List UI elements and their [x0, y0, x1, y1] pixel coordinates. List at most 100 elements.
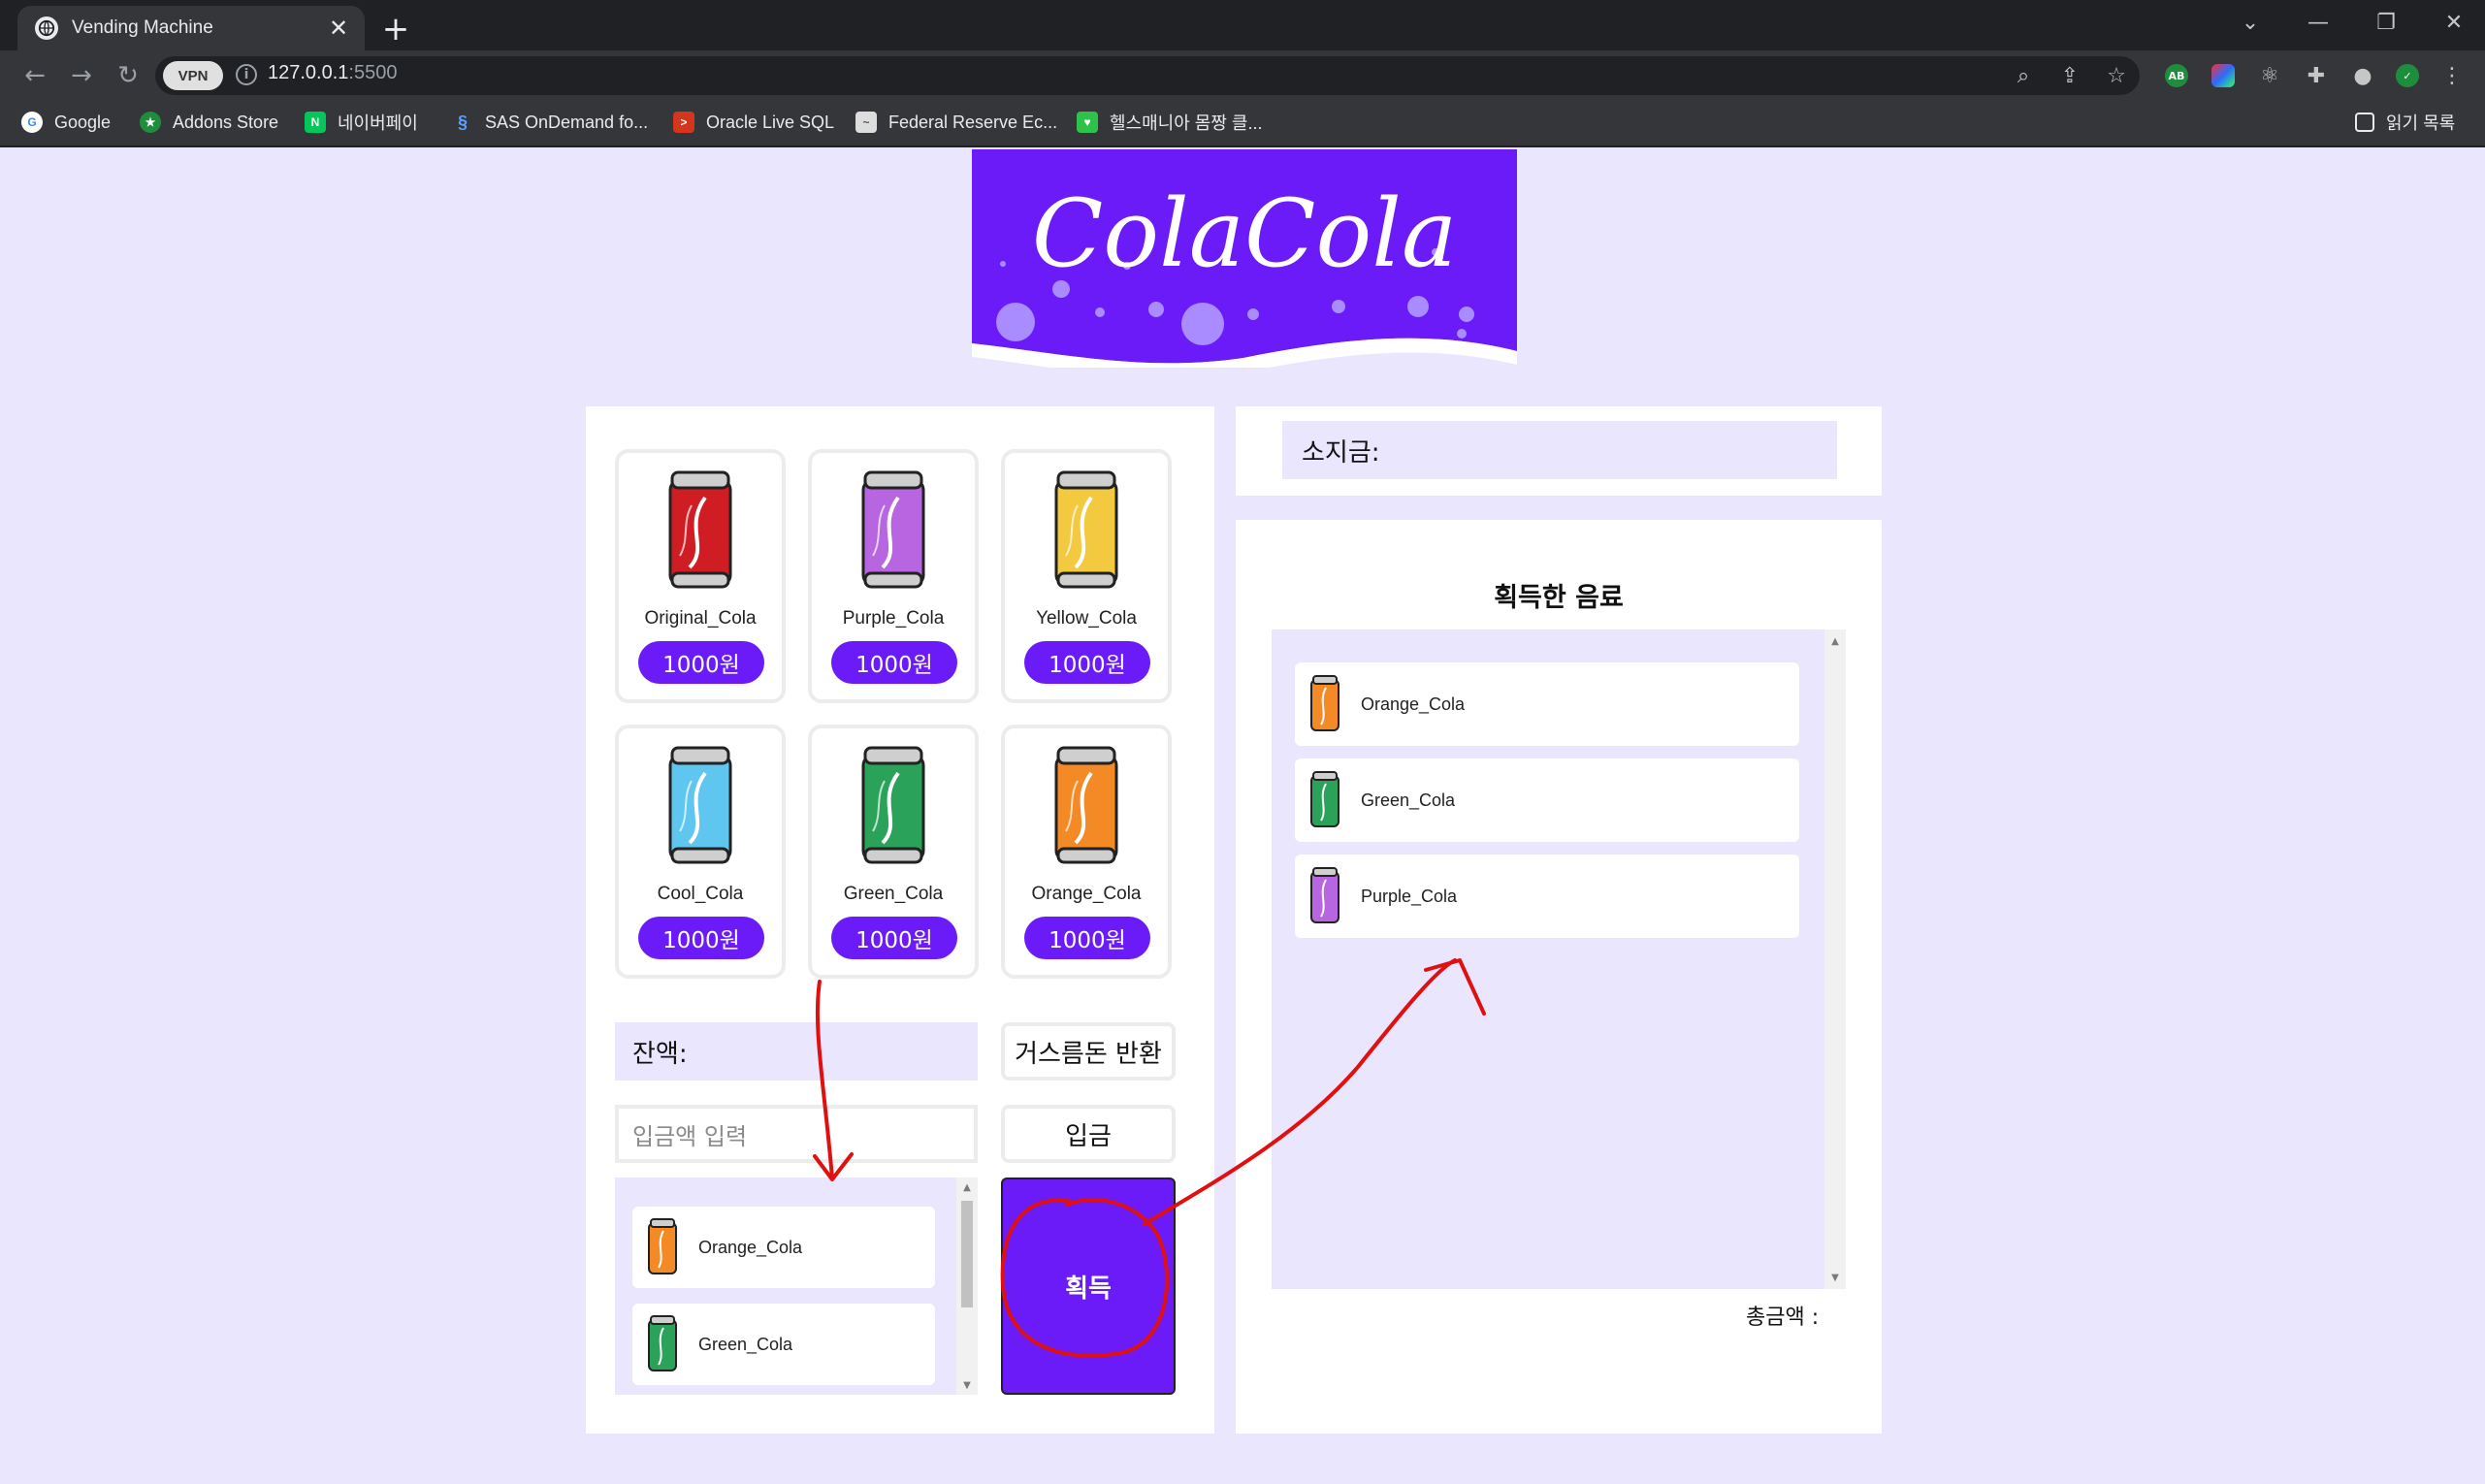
cola-can-icon	[648, 1218, 677, 1274]
item-name: Orange_Cola	[1361, 694, 1466, 714]
color-extension-icon[interactable]	[2211, 64, 2235, 87]
extension-ab-icon[interactable]: AB	[2165, 64, 2188, 87]
react-devtools-icon[interactable]: ⚛	[2254, 60, 2285, 91]
bookmark-label: Oracle Live SQL	[706, 112, 835, 132]
url-port: :5500	[348, 62, 398, 83]
reload-icon[interactable]: ↻	[111, 58, 145, 93]
bookmark-star-icon[interactable]: ☆	[2101, 60, 2132, 91]
scroll-down-arrow[interactable]: ▼	[1824, 1270, 1846, 1285]
colacola-logo: ColaCola	[972, 149, 1517, 368]
new-tab-button[interactable]: +	[376, 10, 415, 48]
close-window-button[interactable]: ✕	[2425, 6, 2483, 39]
product-card[interactable]: Green_Cola 1000원	[808, 725, 979, 979]
address-bar[interactable]	[155, 56, 2140, 95]
back-icon[interactable]: ←	[17, 58, 52, 93]
item-name: Orange_Cola	[698, 1237, 803, 1257]
tab-strip	[0, 0, 2485, 50]
list-item[interactable]: Orange_Cola	[1295, 662, 1799, 746]
product-card[interactable]: Cool_Cola 1000원	[615, 725, 786, 979]
bookmark-label: SAS OnDemand fo...	[485, 112, 649, 132]
minimize-button[interactable]: —	[2289, 6, 2347, 39]
price-button[interactable]: 1000원	[831, 641, 957, 684]
list-item[interactable]: Green_Cola	[632, 1304, 935, 1385]
bookmark-label: 헬스매니아 몸짱 클...	[1110, 113, 1263, 133]
bookmark-health[interactable]: ♥ 헬스매니아 몸짱 클...	[1077, 109, 1262, 136]
bookmark-sas[interactable]: § SAS OnDemand fo...	[452, 109, 648, 136]
logo-text: ColaCola	[1032, 179, 1457, 288]
menu-dots-icon[interactable]: ⋮	[2437, 60, 2468, 91]
item-name: Purple_Cola	[1361, 886, 1458, 906]
tab-search-icon[interactable]: ⌄	[2221, 6, 2279, 39]
acquired-drinks-list[interactable]: Orange_Cola Green_Cola Purple_Cola ▲ ▼	[1272, 629, 1846, 1289]
deposit-amount-input[interactable]: 입금액 입력	[615, 1105, 978, 1163]
product-card[interactable]: Purple_Cola 1000원	[808, 449, 979, 703]
cola-can-icon	[668, 746, 732, 864]
extensions-puzzle-icon[interactable]: ✚	[2301, 60, 2332, 91]
google-icon: G	[21, 112, 43, 133]
list-item[interactable]: Purple_Cola	[1295, 855, 1799, 938]
forward-icon[interactable]: →	[64, 58, 99, 93]
site-info-icon[interactable]: i	[236, 64, 257, 85]
url-text[interactable]: 127.0.0.1:5500	[268, 62, 397, 84]
list-item[interactable]: Orange_Cola	[632, 1207, 935, 1288]
scroll-up-arrow[interactable]: ▲	[1824, 633, 1846, 649]
wallet-display: 소지금:	[1282, 421, 1837, 479]
cola-can-icon	[1310, 867, 1339, 923]
cola-can-icon	[648, 1315, 677, 1371]
selected-drinks-list[interactable]: Orange_Cola Green_Cola ▲ ▼	[615, 1178, 978, 1395]
bookmark-addons-store[interactable]: ★ Addons Store	[140, 109, 278, 136]
profile-icon[interactable]: ●	[2347, 60, 2378, 91]
bookmark-label: Addons Store	[173, 112, 279, 132]
browser-tab[interactable]: Vending Machine ✕	[17, 6, 365, 50]
bookmark-naverpay[interactable]: N 네이버페이	[305, 109, 418, 136]
shield-check-icon[interactable]: ✓	[2396, 64, 2419, 87]
vpn-badge[interactable]: VPN	[163, 61, 223, 90]
product-card[interactable]: Orange_Cola 1000원	[1001, 725, 1172, 979]
price-button[interactable]: 1000원	[1024, 641, 1150, 684]
price-button[interactable]: 1000원	[831, 917, 957, 959]
globe-icon	[35, 16, 58, 40]
product-name: Cool_Cola	[657, 884, 744, 904]
zoom-icon[interactable]: ⌕	[2008, 60, 2039, 91]
cola-can-icon	[1054, 746, 1118, 864]
price-button[interactable]: 1000원	[638, 917, 764, 959]
product-name: Original_Cola	[644, 608, 757, 629]
price-button[interactable]: 1000원	[1024, 917, 1150, 959]
scrollbar[interactable]	[1824, 629, 1846, 1289]
bookmark-federal-reserve[interactable]: ~ Federal Reserve Ec...	[855, 109, 1057, 136]
restore-button[interactable]: ❐	[2357, 6, 2415, 39]
product-card[interactable]: Original_Cola 1000원	[615, 449, 786, 703]
balance-display: 잔액:	[615, 1022, 978, 1081]
get-drinks-button[interactable]: 획득	[1001, 1178, 1176, 1395]
bookmark-label: Google	[54, 112, 112, 132]
tab-title: Vending Machine	[72, 17, 213, 38]
list-item[interactable]: Green_Cola	[1295, 758, 1799, 842]
return-change-button[interactable]: 거스름돈 반환	[1001, 1022, 1176, 1081]
reading-list-label: 읽기 목록	[2386, 113, 2456, 133]
item-name: Green_Cola	[1361, 790, 1456, 810]
oracle-icon: >	[673, 112, 694, 133]
bookmark-oracle[interactable]: > Oracle Live SQL	[673, 109, 834, 136]
reading-list-icon	[2355, 113, 2374, 132]
scrollbar-thumb[interactable]	[961, 1201, 973, 1307]
cola-can-icon	[1310, 771, 1339, 827]
share-icon[interactable]: ⇪	[2054, 60, 2085, 91]
product-card[interactable]: Yellow_Cola 1000원	[1001, 449, 1172, 703]
total-amount: 총금액 :	[1746, 1306, 1820, 1330]
product-name: Orange_Cola	[1031, 884, 1142, 904]
scroll-down-arrow[interactable]: ▼	[956, 1377, 978, 1393]
bookmark-label: Federal Reserve Ec...	[888, 112, 1058, 132]
acquired-title: 획득한 음료	[1494, 583, 1624, 613]
scroll-up-arrow[interactable]: ▲	[956, 1179, 978, 1195]
chart-icon: ~	[855, 112, 877, 133]
close-tab-icon[interactable]: ✕	[324, 14, 353, 43]
bookmark-google[interactable]: G Google	[21, 109, 111, 136]
addons-icon: ★	[140, 112, 161, 133]
reading-list[interactable]: 읽기 목록	[2355, 109, 2455, 136]
price-button[interactable]: 1000원	[638, 641, 764, 684]
url-host: 127.0.0.1	[268, 62, 349, 83]
health-icon: ♥	[1077, 112, 1098, 133]
cola-can-icon	[861, 470, 925, 589]
cola-can-icon	[1310, 675, 1339, 731]
deposit-button[interactable]: 입금	[1001, 1105, 1176, 1163]
